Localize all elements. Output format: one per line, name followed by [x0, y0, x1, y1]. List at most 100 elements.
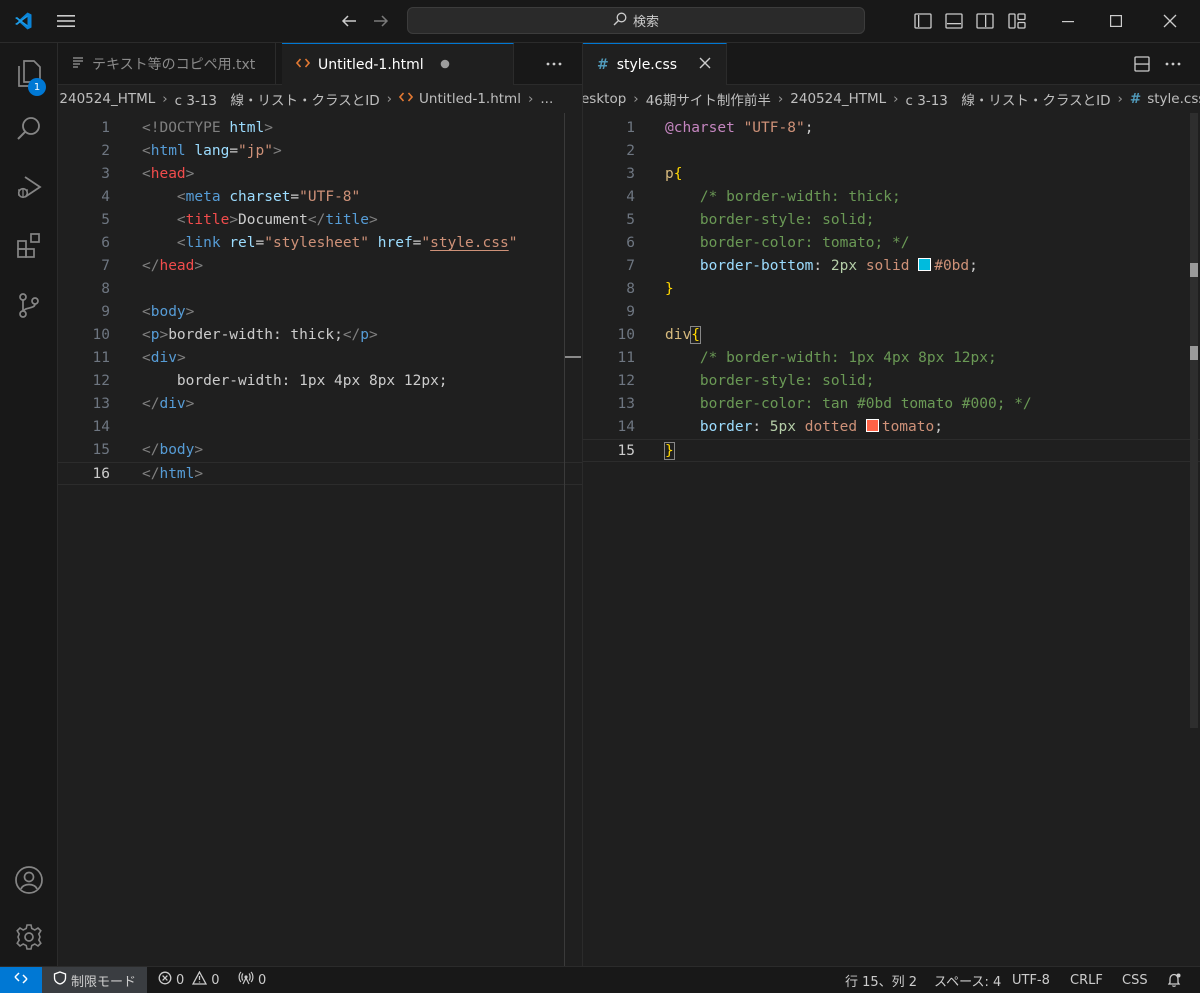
breadcrumb-item[interactable]: 240524_HTML	[790, 91, 886, 107]
cursor-position[interactable]: 行 15、列 2	[845, 967, 917, 993]
encoding-setting[interactable]: UTF-8	[1012, 967, 1050, 993]
forward-arrow-icon[interactable]	[368, 0, 394, 42]
close-tab-icon[interactable]	[699, 57, 711, 73]
back-arrow-icon[interactable]	[336, 0, 362, 42]
code-line[interactable]: 11 <div>	[58, 347, 582, 370]
breadcrumb-item[interactable]: 46期サイト制作前半	[646, 89, 771, 109]
scrollbar-slider[interactable]	[1190, 113, 1198, 728]
code-token: rel	[229, 235, 256, 251]
minimize-window-icon[interactable]	[1045, 0, 1091, 42]
vertical-scrollbar[interactable]	[1184, 113, 1198, 966]
language-mode[interactable]: CSS	[1122, 967, 1148, 993]
split-editor-icon[interactable]	[1129, 43, 1155, 84]
code-line[interactable]: 2 <html lang="jp">	[58, 140, 582, 163]
code-line[interactable]: 16 </html>	[58, 462, 582, 485]
code-token: dotted	[804, 419, 858, 435]
code-token: =	[255, 235, 265, 251]
indentation-setting[interactable]: スペース: 4	[934, 967, 1001, 993]
code-line[interactable]: 7 </head>	[58, 255, 582, 278]
code-text: <body>	[142, 301, 194, 324]
code-editor-css[interactable]: 1 @charset "UTF-8"; 2 3 p{4 /* border-width:…	[583, 113, 1200, 966]
toggle-primary-sidebar-icon[interactable]	[910, 0, 936, 42]
settings-gear-icon[interactable]	[0, 913, 57, 961]
code-line[interactable]: 15 </body>	[58, 439, 582, 462]
code-line[interactable]: 4 <meta charset="UTF-8"	[58, 186, 582, 209]
color-swatch-icon[interactable]	[865, 419, 879, 432]
run-and-debug-icon[interactable]	[0, 163, 57, 211]
code-line[interactable]: 4 /* border-width: thick;	[583, 186, 1200, 209]
unsaved-dot-icon[interactable]	[440, 57, 450, 73]
code-line[interactable]: 6 border-color: tomato; */	[583, 232, 1200, 255]
code-line[interactable]: 5 <title>Document</title>	[58, 209, 582, 232]
code-line[interactable]: 8}	[583, 278, 1200, 301]
breadcrumb-item[interactable]: c 3-13 線・リスト・クラスとID	[906, 89, 1111, 109]
code-token: href	[377, 235, 413, 251]
restricted-mode-indicator[interactable]: 制限モード	[42, 967, 147, 993]
code-line[interactable]: 12 border-style: solid;	[583, 370, 1200, 393]
toggle-panel-icon[interactable]	[941, 0, 967, 42]
code-line[interactable]: 13 border-color: tan #0bd tomato #000; *…	[583, 393, 1200, 416]
code-editor-html[interactable]: 1 <!DOCTYPE html> 2 <html lang="jp"> 3 <head>…	[58, 113, 582, 966]
code-line[interactable]: 12 border-width: 1px 4px 8px 12px;	[58, 370, 582, 393]
tab-untitled-html[interactable]: Untitled-1.html	[282, 43, 514, 85]
code-line[interactable]: 10 div{	[583, 324, 1200, 347]
breadcrumb-item[interactable]: esktop	[583, 91, 626, 107]
code-line[interactable]: 9 <body>	[58, 301, 582, 324]
code-line[interactable]: 1 <!DOCTYPE html>	[58, 117, 582, 140]
line-number: 13	[617, 396, 635, 412]
code-line[interactable]: 3 p{	[583, 163, 1200, 186]
command-center-search[interactable]: 検索	[407, 7, 865, 34]
broadcast-icon	[238, 971, 254, 989]
code-line[interactable]: 1 @charset "UTF-8";	[583, 117, 1200, 140]
code-line[interactable]: 14 border: 5px dotted tomato;	[583, 416, 1200, 439]
remote-indicator[interactable]	[0, 967, 42, 993]
code-text: </div>	[142, 393, 194, 416]
maximize-window-icon[interactable]	[1093, 0, 1139, 42]
breadcrumb-item[interactable]: 240524_HTML	[59, 91, 155, 107]
code-text: p{	[665, 163, 682, 186]
code-line[interactable]: 13 </div>	[58, 393, 582, 416]
tab-style-css[interactable]: # style.css	[583, 43, 727, 85]
chevron-right-icon: ›	[386, 91, 393, 107]
line-number: 16	[92, 466, 110, 482]
code-line[interactable]: 2	[583, 140, 1200, 163]
code-line[interactable]: 7 border-bottom: 2px solid #0bd;	[583, 255, 1200, 278]
more-actions-icon[interactable]	[540, 43, 568, 84]
code-line[interactable]: 3 <head>	[58, 163, 582, 186]
breadcrumb-item[interactable]: style.css	[1147, 91, 1200, 107]
code-line[interactable]: 11 /* border-width: 1px 4px 8px 12px;	[583, 347, 1200, 370]
code-line[interactable]: 14	[58, 416, 582, 439]
menu-icon[interactable]	[50, 0, 82, 42]
breadcrumb-item[interactable]: Untitled-1.html	[419, 91, 521, 107]
line-ending-setting[interactable]: CRLF	[1070, 967, 1103, 993]
code-line[interactable]: 5 border-style: solid;	[583, 209, 1200, 232]
breadcrumb-item[interactable]: ...	[540, 91, 553, 107]
extensions-icon[interactable]	[0, 221, 57, 269]
close-window-icon[interactable]	[1147, 0, 1193, 42]
code-line[interactable]: 15}	[583, 439, 1200, 462]
explorer-icon[interactable]: 1	[0, 49, 57, 97]
source-control-icon[interactable]	[0, 281, 57, 329]
code-line[interactable]: 9	[583, 301, 1200, 324]
search-icon[interactable]	[0, 105, 57, 153]
ports-indicator[interactable]: 0	[238, 967, 266, 993]
color-swatch-icon[interactable]	[918, 258, 932, 271]
breadcrumb-item[interactable]: c 3-13 線・リスト・クラスとID	[175, 89, 380, 109]
problems-indicator[interactable]: 0 0	[158, 967, 220, 993]
code-line[interactable]: 8	[58, 278, 582, 301]
code-token: html	[150, 143, 186, 159]
notifications-bell-icon[interactable]	[1166, 967, 1182, 993]
code-text: div{	[665, 324, 701, 347]
code-token: "stylesheet"	[264, 235, 370, 251]
activity-bar: 1	[0, 43, 58, 966]
customize-layout-icon[interactable]	[1004, 0, 1030, 42]
accounts-icon[interactable]	[0, 856, 57, 904]
code-line[interactable]: 10 <p>border-width: thick;</p>	[58, 324, 582, 347]
code-line[interactable]: 6 <link rel="stylesheet" href="style.css…	[58, 232, 582, 255]
tab-text-file[interactable]: テキスト等のコピペ用.txt	[58, 43, 276, 84]
toggle-secondary-sidebar-icon[interactable]	[972, 0, 998, 42]
title-bar: 検索	[0, 0, 1200, 43]
more-actions-icon[interactable]	[1159, 43, 1187, 84]
